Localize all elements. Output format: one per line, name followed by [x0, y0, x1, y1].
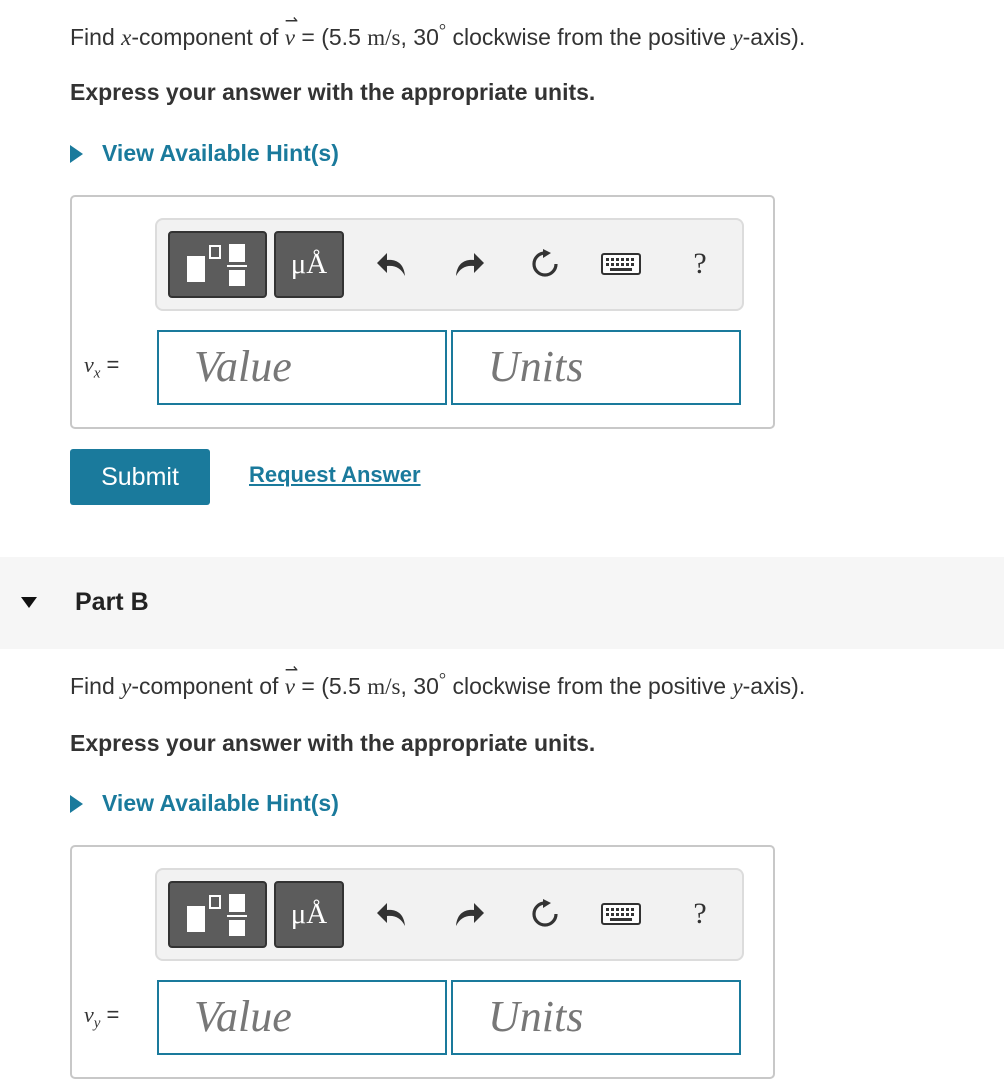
value-input[interactable]: Value [157, 330, 447, 405]
keyboard-icon[interactable] [601, 244, 641, 284]
templates-button[interactable] [168, 231, 267, 298]
part-a-question: Find x-component of v ⇀ = (5.5 m/s, 30° c… [70, 13, 806, 50]
request-answer-link[interactable]: Request Answer [249, 462, 421, 488]
value-input[interactable]: Value [157, 980, 447, 1055]
help-icon[interactable]: ? [680, 244, 720, 284]
reset-icon[interactable] [525, 244, 565, 284]
undo-icon[interactable] [372, 894, 412, 934]
fraction-template-icon [186, 243, 247, 286]
help-icon[interactable]: ? [680, 894, 720, 934]
undo-icon[interactable] [372, 244, 412, 284]
vector-v: v ⇀ [284, 13, 299, 50]
part-b-title: Part B [75, 588, 149, 616]
variable-label-vy: vy = [84, 1002, 120, 1032]
templates-button[interactable] [168, 881, 267, 948]
redo-icon[interactable] [449, 894, 489, 934]
triangle-right-icon [70, 794, 83, 813]
hint-label: View Available Hint(s) [102, 140, 339, 166]
equation-toolbar: μÅ ? [155, 218, 744, 311]
part-b-instructions: Express your answer with the appropriate… [70, 730, 596, 756]
units-button[interactable]: μÅ [274, 881, 344, 948]
triangle-down-icon [21, 597, 37, 608]
hint-label: View Available Hint(s) [102, 790, 339, 816]
part-b-question: Find y-component of v ⇀ = (5.5 m/s, 30° c… [70, 662, 806, 699]
part-b-header[interactable]: Part B [0, 557, 1004, 649]
part-b-hint-toggle[interactable]: View Available Hint(s) [70, 790, 339, 817]
units-input[interactable]: Units [451, 980, 741, 1055]
variable-label-vx: vx = [84, 352, 120, 382]
part-a-answer-box: μÅ ? vx = Value Units [70, 195, 775, 429]
part-b-answer-box: μÅ ? vy = Value Units [70, 845, 775, 1079]
part-a-instructions: Express your answer with the appropriate… [70, 79, 596, 105]
triangle-right-icon [70, 144, 83, 163]
units-button[interactable]: μÅ [274, 231, 344, 298]
part-a-hint-toggle[interactable]: View Available Hint(s) [70, 140, 339, 167]
fraction-template-icon [186, 893, 247, 936]
redo-icon[interactable] [449, 244, 489, 284]
keyboard-icon[interactable] [601, 894, 641, 934]
vector-v: v ⇀ [284, 662, 299, 699]
units-input[interactable]: Units [451, 330, 741, 405]
submit-button[interactable]: Submit [70, 449, 210, 505]
equation-toolbar: μÅ ? [155, 868, 744, 961]
reset-icon[interactable] [525, 894, 565, 934]
